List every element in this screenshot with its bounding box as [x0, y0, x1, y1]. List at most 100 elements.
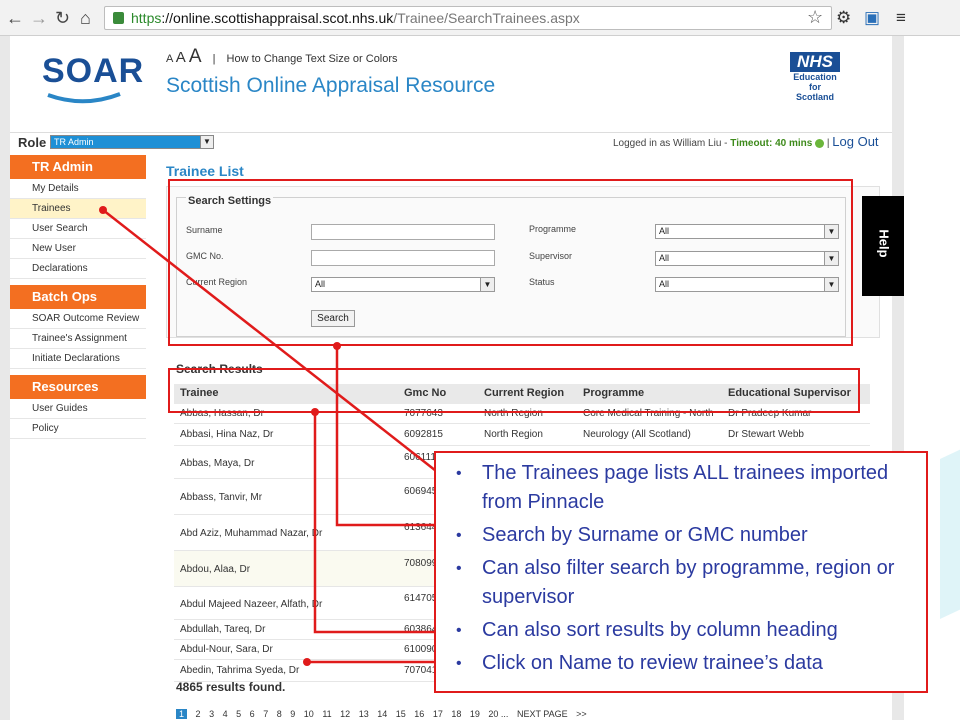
logout-link[interactable]: Log Out	[832, 134, 878, 149]
page-link[interactable]: 3	[209, 709, 214, 719]
page-link[interactable]: 2	[196, 709, 201, 719]
forward-icon[interactable]: →	[30, 8, 48, 28]
page-link[interactable]: 17	[433, 709, 443, 719]
page-link[interactable]: 7	[263, 709, 268, 719]
annotation-dot	[99, 206, 107, 214]
page-title: Trainee List	[166, 163, 244, 179]
page-link[interactable]: 10	[304, 709, 314, 719]
text-size-large[interactable]: A	[189, 46, 202, 67]
callout-list: • The Trainees page lists ALL trainees im…	[448, 459, 916, 678]
page-link[interactable]: 4	[223, 709, 228, 719]
bullet-icon: •	[456, 655, 462, 672]
trainee-name-link[interactable]: Abd Aziz, Muhammad Nazar, Dr	[180, 528, 322, 539]
bookmark-star-icon[interactable]: ☆	[807, 7, 823, 28]
sidebar-item-user-guides[interactable]: User Guides	[10, 399, 146, 419]
gmc-cell: 6092815	[404, 429, 443, 440]
sidebar-item-initiate-declarations[interactable]: Initiate Declarations	[10, 349, 146, 369]
page-link[interactable]: 5	[236, 709, 241, 719]
sidebar-item-policy[interactable]: Policy	[10, 419, 146, 439]
menu-icon[interactable]: ≡	[896, 8, 906, 28]
callout-bullet: • The Trainees page lists ALL trainees im…	[448, 459, 916, 517]
annotation-callout: • The Trainees page lists ALL trainees im…	[434, 451, 928, 693]
role-value: TR Admin	[54, 137, 94, 147]
callout-bullet: • Search by Surname or GMC number	[448, 521, 916, 550]
annotation-box-search-settings	[168, 179, 853, 346]
url-host: ://online.scottishappraisal.scot.nhs.uk	[161, 10, 394, 26]
page-link[interactable]: 6	[250, 709, 255, 719]
nhs-logo-line: Education	[793, 72, 837, 82]
text-size-medium[interactable]: A	[176, 49, 186, 66]
callout-text: Click on Name to review trainee’s data	[482, 652, 823, 674]
gear-icon[interactable]: ⚙	[836, 8, 851, 28]
url-path: /Trainee/SearchTrainees.aspx	[393, 10, 580, 26]
trainee-name-link[interactable]: Abdullah, Tareq, Dr	[180, 624, 265, 635]
url-scheme: https	[131, 10, 162, 26]
page-link[interactable]: 20 ...	[488, 709, 508, 719]
chevron-down-icon[interactable]: ▼	[200, 136, 213, 148]
page-link[interactable]: 15	[396, 709, 406, 719]
check-icon	[815, 138, 825, 148]
last-page-link[interactable]: >>	[576, 709, 587, 719]
callout-text: Search by Surname or GMC number	[482, 524, 808, 546]
sidebar-heading-tr-admin: TR Admin	[10, 155, 146, 179]
sidebar-item-user-search[interactable]: User Search	[10, 219, 146, 239]
annotation-box-column-headers	[168, 368, 860, 413]
reload-icon[interactable]: ↻	[55, 8, 70, 28]
browser-toolbar: ← → ↻ ⌂ https://online.scottishappraisal…	[0, 0, 960, 36]
text-size-help-link[interactable]: How to Change Text Size or Colors	[227, 53, 398, 65]
page-link[interactable]: 1	[176, 709, 188, 719]
annotation-dot	[311, 408, 319, 416]
role-select[interactable]: TR Admin ▼	[50, 135, 214, 149]
trainee-name-link[interactable]: Abedin, Tahrima Syeda, Dr	[180, 665, 299, 676]
results-count: 4865 results found.	[176, 680, 286, 694]
page-link[interactable]: 14	[377, 709, 387, 719]
site-title: Scottish Online Appraisal Resource	[166, 74, 496, 97]
logged-in-text: Logged in as William Liu -	[613, 138, 731, 149]
text-size-controls: A A A | How to Change Text Size or Color…	[166, 46, 398, 68]
annotation-dot	[333, 342, 341, 350]
trainee-name-link[interactable]: Abbasi, Hina Naz, Dr	[180, 429, 273, 440]
text-size-small[interactable]: A	[166, 53, 173, 65]
page-link[interactable]: 11	[322, 709, 331, 719]
help-tab[interactable]: Help	[862, 196, 904, 296]
callout-bullet: • Can also sort results by column heading	[448, 616, 916, 645]
annotation-dot	[303, 658, 311, 666]
home-icon[interactable]: ⌂	[80, 8, 91, 28]
page-link[interactable]: 12	[340, 709, 350, 719]
sidebar-item-new-user[interactable]: New User	[10, 239, 146, 259]
callout-bullet: • Can also filter search by programme, re…	[448, 554, 916, 612]
sidebar-item-my-details[interactable]: My Details	[10, 179, 146, 199]
trainee-name-link[interactable]: Abdou, Alaa, Dr	[180, 564, 250, 575]
trainee-name-link[interactable]: Abdul Majeed Nazeer, Alfath, Dr	[180, 599, 322, 610]
sidebar-item-soar-outcome-review[interactable]: SOAR Outcome Review	[10, 309, 146, 329]
bullet-icon: •	[456, 527, 462, 544]
sidebar-item-trainees-assignment[interactable]: Trainee's Assignment	[10, 329, 146, 349]
page-left-gutter	[0, 36, 10, 720]
next-page-link[interactable]: NEXT PAGE	[517, 709, 568, 719]
sidebar-heading-batch-ops: Batch Ops	[10, 285, 146, 309]
page-link[interactable]: 9	[290, 709, 295, 719]
supervisor-cell: Dr Stewart Webb	[728, 429, 804, 440]
trainee-name-link[interactable]: Abdul-Nour, Sara, Dr	[180, 644, 273, 655]
trainee-name-link[interactable]: Abbas, Maya, Dr	[180, 458, 254, 469]
lock-icon	[113, 12, 124, 24]
screen-icon[interactable]: ▣	[864, 8, 880, 28]
address-bar[interactable]: https://online.scottishappraisal.scot.nh…	[104, 6, 832, 30]
sidebar-item-trainees[interactable]: Trainees	[10, 199, 146, 219]
page-link[interactable]: 19	[470, 709, 480, 719]
page-link[interactable]: 16	[414, 709, 424, 719]
callout-text: Can also filter search by programme, reg…	[482, 557, 895, 608]
nhs-logo-line: for	[809, 82, 821, 92]
page-link[interactable]: 8	[277, 709, 282, 719]
page-link[interactable]: 13	[359, 709, 369, 719]
back-icon[interactable]: ←	[6, 8, 24, 28]
nhs-logo-mark: NHS	[790, 52, 840, 72]
bullet-icon: •	[456, 622, 462, 639]
page-link[interactable]: 18	[451, 709, 461, 719]
sidebar-item-declarations[interactable]: Declarations	[10, 259, 146, 279]
text-size-divider: |	[212, 53, 216, 65]
trainee-name-link[interactable]: Abbass, Tanvir, Mr	[180, 492, 262, 503]
region-cell: North Region	[484, 429, 543, 440]
bullet-icon: •	[456, 465, 462, 482]
soar-logo[interactable]: SOAR	[42, 52, 144, 91]
